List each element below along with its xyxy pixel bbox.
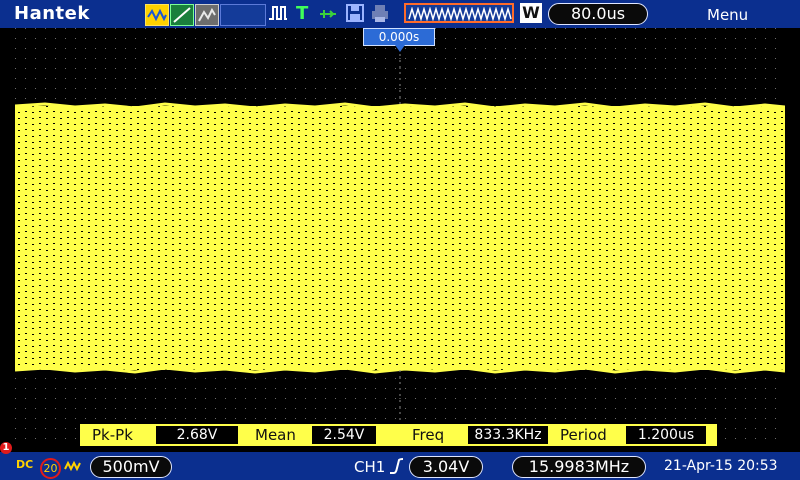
meas-freq-value: 833.3KHz (468, 426, 548, 444)
timebase-overview[interactable] (404, 3, 514, 23)
graticule (15, 28, 785, 446)
meas-period-label: Period (560, 426, 607, 444)
brand-logo: Hantek (14, 3, 90, 24)
trigger-position-marker[interactable]: 0.000s (363, 28, 435, 52)
top-toolbar: Hantek T W 80.0us Menu (0, 0, 800, 28)
print-icon[interactable] (370, 3, 390, 23)
dc-coupling-icon[interactable]: DC (16, 458, 33, 471)
waveform-display[interactable]: 0.000s (15, 28, 785, 446)
trigger-t-icon[interactable]: T (296, 3, 308, 24)
probe-icon[interactable] (64, 458, 82, 472)
meas-period-value: 1.200us (626, 426, 706, 444)
meas-mean-label: Mean (255, 426, 296, 444)
meas-mean-value: 2.54V (312, 426, 376, 444)
bandwidth-limit-icon[interactable]: 20 (40, 458, 61, 479)
ramp-icon[interactable] (170, 4, 194, 26)
channel-ground-marker[interactable]: 1 (0, 442, 12, 454)
menu-button[interactable]: Menu (707, 6, 748, 24)
measurement-bar: Pk-Pk 2.68V Mean 2.54V Freq 833.3KHz Per… (80, 424, 717, 446)
trigger-source[interactable]: CH1 (354, 458, 385, 476)
timebase-value[interactable]: 80.0us (548, 3, 648, 25)
meas-pkpk-value: 2.68V (156, 426, 238, 444)
signal-trace (15, 106, 785, 370)
rising-edge-icon[interactable] (389, 456, 405, 476)
waveform-icon[interactable] (145, 4, 169, 26)
frequency-counter: 15.9983MHz (512, 456, 646, 478)
date-time: 21-Apr-15 20:53 (664, 458, 778, 474)
volts-per-div[interactable]: 500mV (90, 456, 172, 478)
pulse-icon[interactable] (268, 3, 288, 23)
window-icon[interactable]: W (520, 3, 542, 23)
meas-pkpk-label: Pk-Pk (92, 426, 133, 444)
trigger-level[interactable]: 3.04V (409, 456, 483, 478)
display-icon[interactable] (195, 4, 219, 26)
menu-empty-slot (220, 4, 266, 26)
meas-freq-label: Freq (412, 426, 445, 444)
usb-icon (318, 5, 340, 28)
save-icon[interactable] (345, 3, 365, 23)
